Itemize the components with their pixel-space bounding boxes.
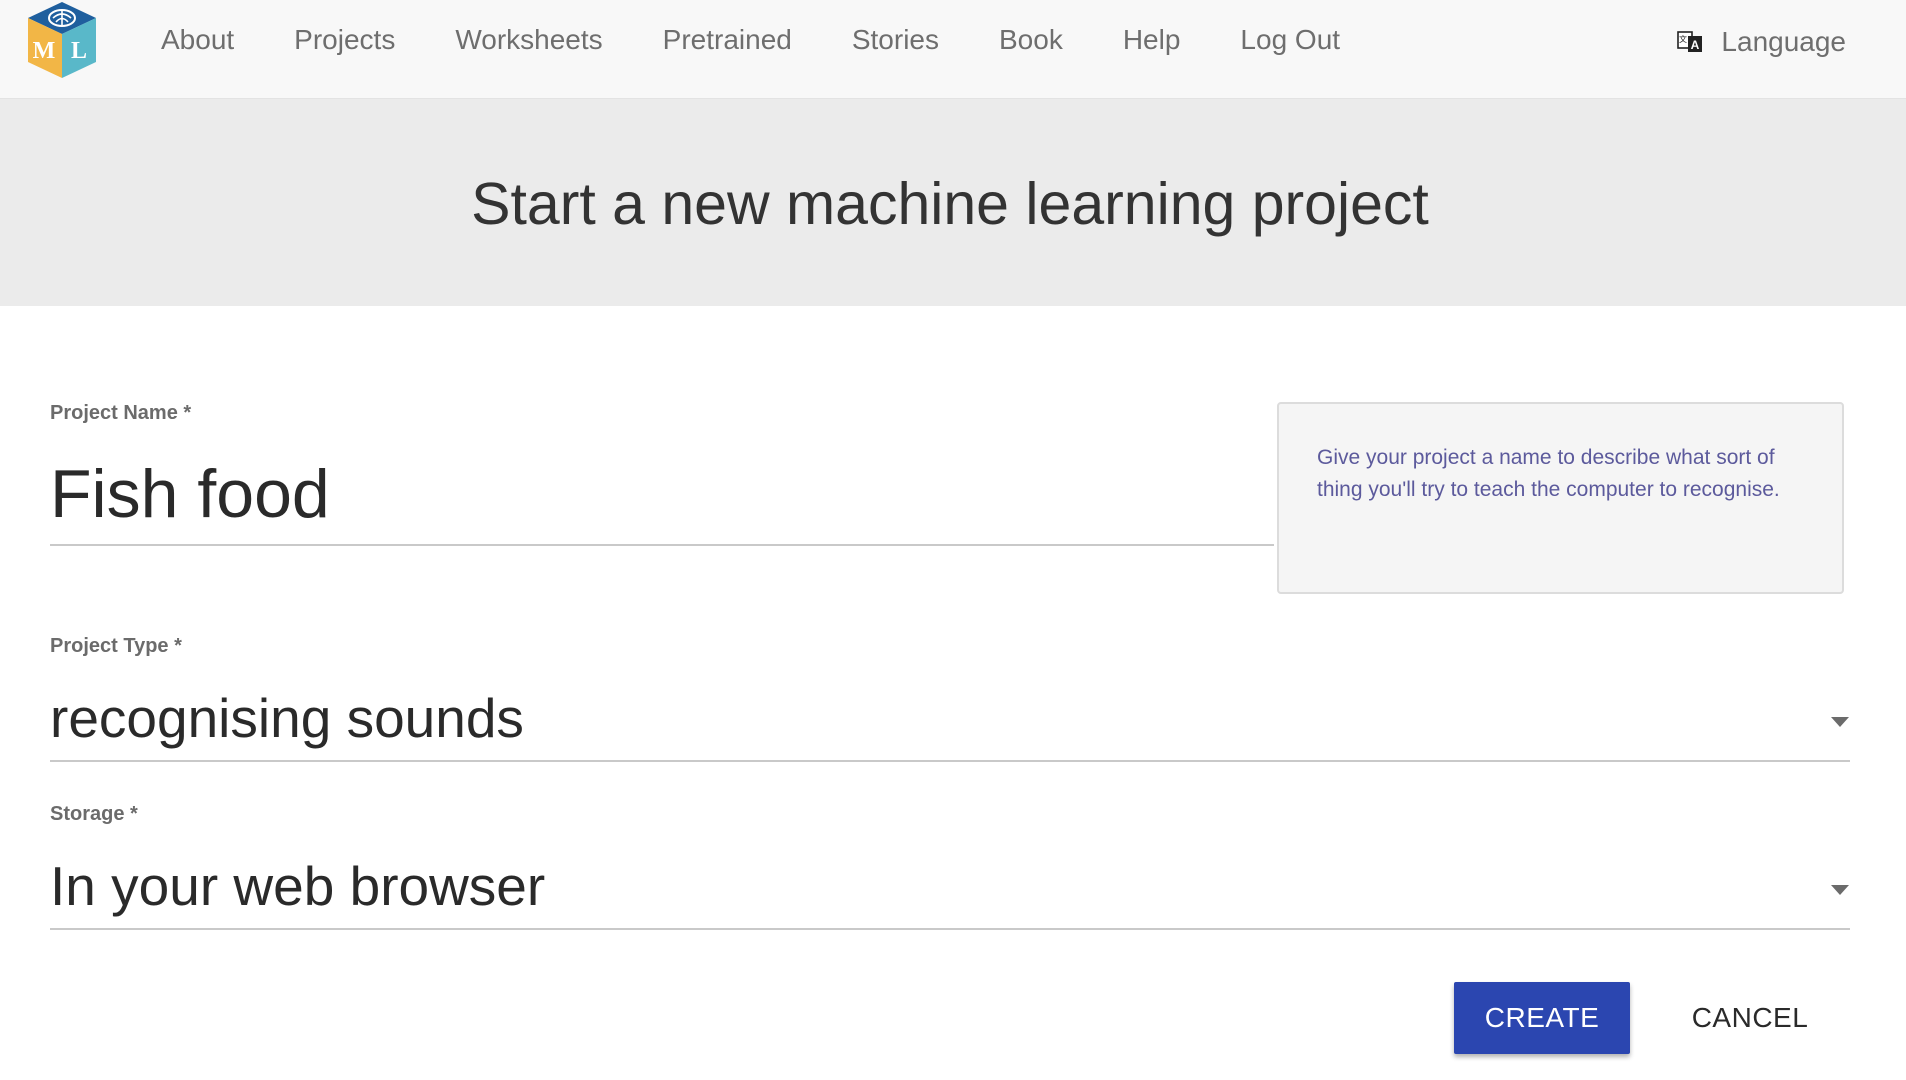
translate-icon: A 文 xyxy=(1677,31,1703,52)
nav-link-book[interactable]: Book xyxy=(999,20,1063,60)
language-selector[interactable]: A 文 Language xyxy=(1675,20,1846,64)
svg-text:文: 文 xyxy=(1679,34,1687,44)
project-type-label: Project Type * xyxy=(50,635,182,657)
storage-value: In your web browser xyxy=(50,855,546,917)
nav-link-worksheets[interactable]: Worksheets xyxy=(455,20,602,60)
storage-select[interactable]: In your web browser xyxy=(50,848,1850,928)
language-label: Language xyxy=(1721,26,1846,57)
logo-letter-l: L xyxy=(71,38,87,64)
nav-link-stories[interactable]: Stories xyxy=(852,20,939,60)
ml-logo-icon[interactable]: M L xyxy=(26,0,98,80)
chevron-down-icon xyxy=(1831,717,1849,727)
logo-letter-m: M xyxy=(33,38,56,64)
project-name-input[interactable] xyxy=(50,452,1270,536)
project-type-value: recognising sounds xyxy=(50,687,524,749)
project-type-underline xyxy=(50,760,1850,762)
nav-link-pretrained[interactable]: Pretrained xyxy=(663,20,792,60)
page-header: Start a new machine learning project xyxy=(0,99,1906,306)
storage-underline xyxy=(50,928,1850,930)
page-title: Start a new machine learning project xyxy=(471,171,1429,237)
cancel-button[interactable]: CANCEL xyxy=(1668,982,1832,1054)
nav-link-log-out[interactable]: Log Out xyxy=(1240,20,1340,60)
project-type-select[interactable]: recognising sounds xyxy=(50,680,1850,760)
nav-link-help[interactable]: Help xyxy=(1123,20,1181,60)
project-name-label: Project Name * xyxy=(50,402,192,424)
create-button[interactable]: CREATE xyxy=(1454,982,1630,1054)
nav-link-about[interactable]: About xyxy=(161,20,234,60)
project-name-help-box: Give your project a name to describe wha… xyxy=(1277,402,1844,594)
chevron-down-icon xyxy=(1831,885,1849,895)
storage-label: Storage * xyxy=(50,803,138,825)
top-navbar: M L About Projects Worksheets Pretrained… xyxy=(0,0,1906,99)
nav-link-projects[interactable]: Projects xyxy=(294,20,395,60)
project-name-help-text: Give your project a name to describe wha… xyxy=(1317,446,1780,501)
svg-text:A: A xyxy=(1691,38,1700,52)
nav-links: About Projects Worksheets Pretrained Sto… xyxy=(161,20,1400,60)
project-name-underline xyxy=(50,544,1274,546)
